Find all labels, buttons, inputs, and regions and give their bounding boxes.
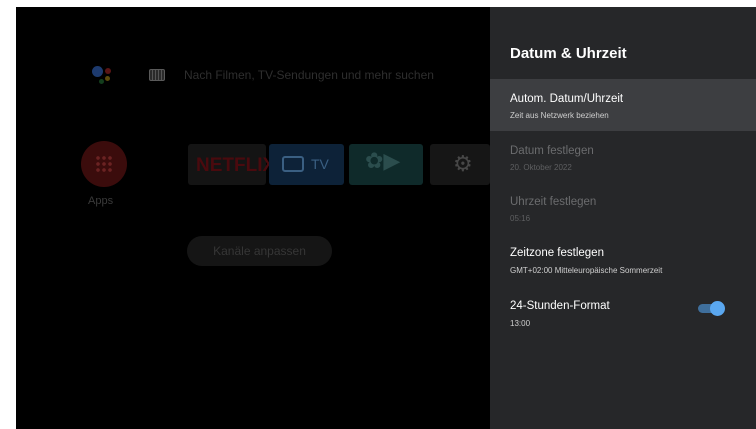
search-placeholder[interactable]: Nach Filmen, TV-Sendungen und mehr suche… [184,68,434,82]
tv-icon [282,156,304,172]
apps-button[interactable] [81,141,127,187]
setting-title: Uhrzeit festlegen [510,196,597,208]
date-time-settings-panel: Datum & Uhrzeit Autom. Datum/Uhrzeit Zei… [490,7,756,429]
setting-subtitle: 13:00 [510,319,531,328]
setting-title: Autom. Datum/Uhrzeit [510,93,624,105]
games-icon: ✿▶ [365,148,401,173]
setting-title: Datum festlegen [510,145,594,157]
tv-tile[interactable]: TV [269,144,344,185]
home-screen-dimmed: Nach Filmen, TV-Sendungen und mehr suche… [16,7,490,429]
setting-time-zone[interactable]: Zeitzone festlegen GMT+02:00 Mitteleurop… [490,235,756,287]
tv-screen: Nach Filmen, TV-Sendungen und mehr suche… [16,7,756,429]
setting-subtitle: 05:16 [510,214,531,223]
setting-set-time[interactable]: Uhrzeit festlegen 05:16 [490,183,756,235]
setting-set-date[interactable]: Datum festlegen 20. Oktober 2022 [490,131,756,183]
toggle-thumb [710,301,725,316]
tv-label: TV [311,156,329,172]
setting-auto-date-time[interactable]: Autom. Datum/Uhrzeit Zeit aus Netzwerk b… [490,79,756,131]
panel-title: Datum & Uhrzeit [510,45,627,62]
setting-24-hour-format[interactable]: 24-Stunden-Format 13:00 [490,287,756,339]
settings-tile[interactable]: ⚙ [430,144,490,185]
apps-grid-icon [95,155,113,173]
gear-icon: ⚙ [453,151,473,176]
apps-label: Apps [88,195,114,207]
setting-subtitle: 20. Oktober 2022 [510,163,572,172]
netflix-logo: NETFLIX [196,155,276,176]
setting-title: Zeitzone festlegen [510,247,604,259]
24-hour-format-toggle[interactable] [698,301,725,316]
setting-subtitle: GMT+02:00 Mitteleuropäische Sommerzeit [510,266,663,275]
keyboard-icon[interactable] [149,69,165,81]
google-assistant-icon[interactable] [90,62,116,88]
setting-title: 24-Stunden-Format [510,300,610,312]
customize-channels-button[interactable]: Kanäle anpassen [187,236,332,266]
games-tile[interactable]: ✿▶ [349,144,423,185]
netflix-tile[interactable]: NETFLIX [188,144,275,185]
setting-subtitle: Zeit aus Netzwerk beziehen [510,111,609,120]
